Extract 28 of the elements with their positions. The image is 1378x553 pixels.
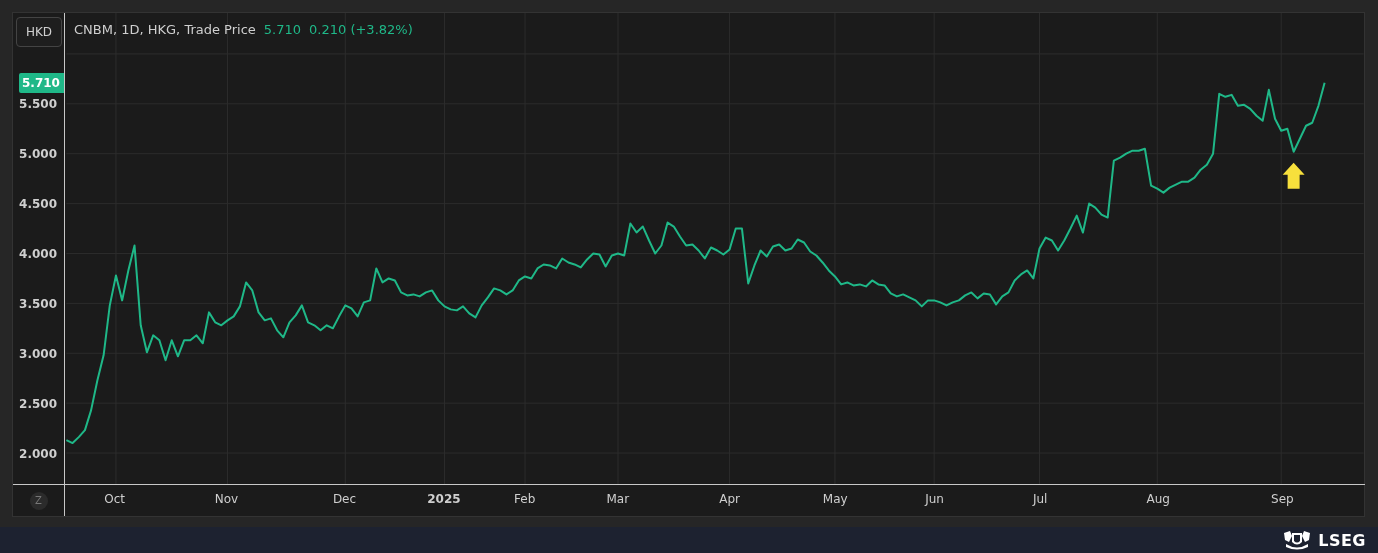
- y-axis-label: 2.500: [19, 396, 57, 412]
- x-axis-label: Nov: [214, 492, 239, 506]
- y-axis-label: 3.500: [19, 296, 57, 312]
- x-axis-label: Jun: [925, 492, 944, 506]
- x-axis-label: Sep: [1271, 492, 1294, 506]
- y-axis-label: 4.500: [19, 196, 57, 212]
- x-axis-label: 2025: [427, 492, 461, 506]
- y-axis-label: 3.000: [19, 346, 57, 362]
- x-axis-label: Mar: [606, 492, 630, 506]
- arrow-icon: [1282, 162, 1305, 189]
- x-axis-label: Jul: [1032, 492, 1048, 506]
- y-axis-label: 5.500: [19, 96, 57, 112]
- last-price-label: 5.710: [19, 73, 64, 93]
- crest-icon: [1282, 530, 1313, 550]
- brand-name: LSEG: [1318, 530, 1366, 550]
- currency-button[interactable]: HKD: [16, 17, 62, 47]
- x-axis-label: Dec: [332, 492, 357, 506]
- x-axis-label: Oct: [104, 492, 126, 506]
- price-change: 0.210 (+3.82%): [309, 22, 413, 37]
- y-axis-label: 2.000: [19, 446, 57, 462]
- y-axis-label: 4.000: [19, 246, 57, 262]
- x-axis-label: Apr: [719, 492, 740, 506]
- price-value: 5.710: [263, 22, 302, 37]
- x-axis-label: Feb: [514, 492, 536, 506]
- x-axis-label: May: [822, 492, 848, 506]
- y-axis-label: 5.000: [19, 146, 57, 162]
- chart-title: CNBM, 1D, HKG, Trade Price: [74, 22, 256, 37]
- x-axis-label: Aug: [1146, 492, 1170, 506]
